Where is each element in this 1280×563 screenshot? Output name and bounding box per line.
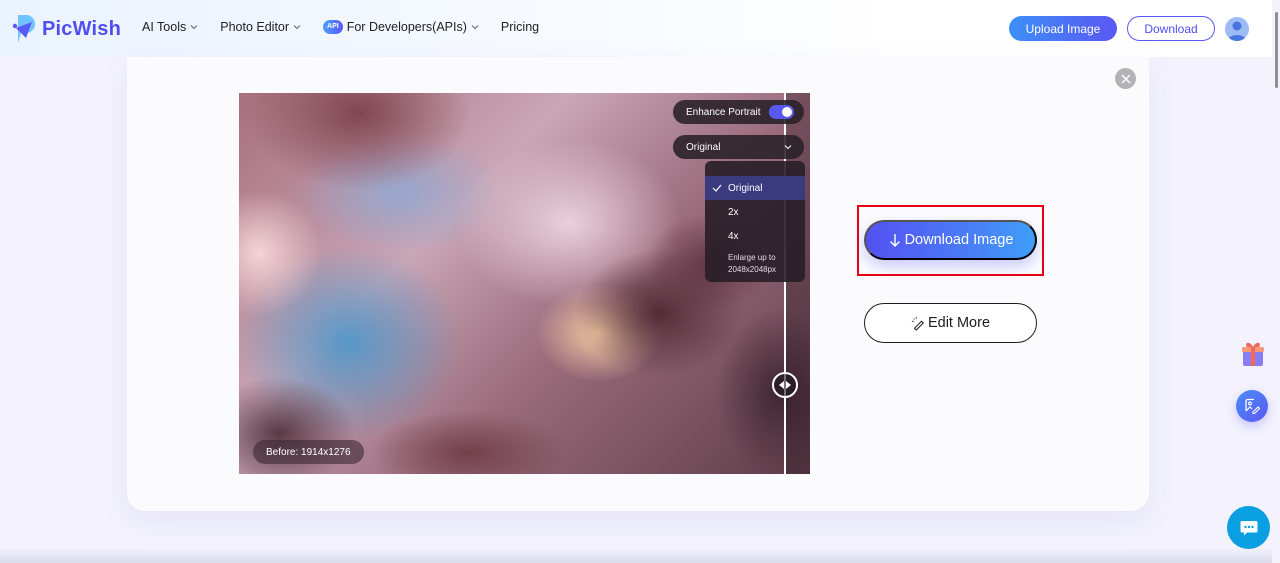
compare-slider-handle[interactable] [772, 372, 798, 398]
nav-pricing[interactable]: Pricing [501, 20, 539, 34]
scale-note-line1: Enlarge up to [728, 253, 776, 262]
scale-select-value: Original [686, 141, 721, 153]
toggle-knob [782, 107, 792, 117]
header-download-button[interactable]: Download [1127, 16, 1215, 41]
checkmark-icon [712, 184, 722, 192]
api-badge-icon: API [323, 20, 343, 34]
image-preview[interactable]: Before: 1914x1276 Enhance Portrait Origi… [239, 93, 810, 474]
chevron-down-icon [293, 25, 301, 30]
upload-image-button[interactable]: Upload Image [1009, 16, 1117, 41]
download-image-label: Download Image [904, 232, 1014, 248]
enhance-portrait-toggle[interactable] [769, 105, 794, 119]
nav-ai-tools[interactable]: AI Tools [142, 20, 198, 34]
brand-logo[interactable]: PicWish [12, 14, 121, 44]
picwish-logo-icon [12, 15, 35, 43]
user-avatar-icon[interactable] [1225, 17, 1249, 41]
close-button[interactable] [1115, 68, 1136, 89]
main-nav: AI Tools Photo Editor API For Developers… [142, 20, 561, 34]
magic-wand-icon [911, 316, 924, 331]
scale-dropdown-menu: Original 2x 4x Enlarge up to 2048x2048px [705, 161, 805, 282]
scale-option-label: 2x [728, 206, 739, 218]
download-arrow-icon [889, 234, 900, 247]
before-size-label: Before: 1914x1276 [253, 440, 364, 464]
scale-option-2x[interactable]: 2x [705, 200, 805, 224]
nav-developers[interactable]: API For Developers(APIs) [323, 20, 479, 34]
chat-bubble-icon [1240, 520, 1257, 535]
close-icon [1121, 74, 1130, 83]
nav-photo-editor-label: Photo Editor [220, 20, 290, 34]
scale-note-line2: 2048x2048px [728, 265, 777, 274]
photo-edit-float-button[interactable] [1236, 390, 1268, 422]
scale-note: Enlarge up to 2048x2048px [705, 248, 805, 276]
enhance-portrait-control: Enhance Portrait [673, 100, 804, 124]
nav-developers-label: For Developers(APIs) [346, 20, 467, 34]
scale-option-label: Original [728, 182, 763, 194]
left-right-arrows-icon [779, 381, 791, 389]
nav-photo-editor[interactable]: Photo Editor [220, 20, 301, 34]
scale-option-label: 4x [728, 230, 739, 242]
chevron-down-icon [784, 145, 792, 150]
gift-box-icon [1242, 342, 1264, 366]
download-image-button[interactable]: Download Image [864, 220, 1037, 260]
image-edit-icon [1245, 398, 1261, 415]
scale-select[interactable]: Original [673, 135, 804, 159]
scale-option-original[interactable]: Original [705, 176, 805, 200]
page-scrollbar-thumb[interactable] [1275, 12, 1278, 88]
top-navbar: PicWish AI Tools Photo Editor API For De… [0, 0, 1280, 57]
gift-icon[interactable] [1239, 338, 1267, 368]
chat-support-button[interactable] [1227, 506, 1270, 549]
nav-ai-tools-label: AI Tools [142, 20, 187, 34]
chevron-down-icon [471, 25, 479, 30]
nav-pricing-label: Pricing [500, 20, 540, 34]
bottom-fade [0, 548, 1272, 563]
edit-more-label: Edit More [927, 315, 991, 331]
user-silhouette-icon [1228, 21, 1246, 41]
brand-name: PicWish [42, 17, 122, 40]
scale-option-4x[interactable]: 4x [705, 224, 805, 248]
chevron-down-icon [190, 25, 198, 30]
enhance-portrait-label: Enhance Portrait [686, 106, 761, 118]
edit-more-button[interactable]: Edit More [864, 303, 1037, 343]
